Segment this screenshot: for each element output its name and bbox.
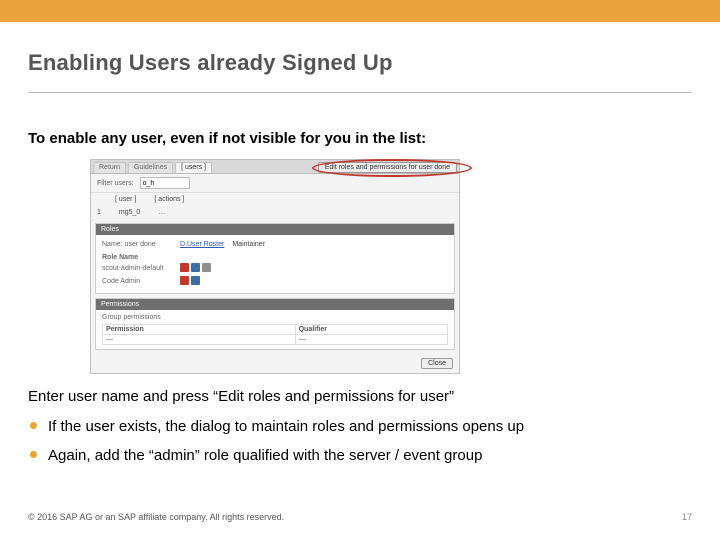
user-icon[interactable] [191,276,200,285]
copyright-text: © 2016 SAP AG or an SAP affiliate compan… [28,512,284,522]
page-number: 17 [682,512,692,522]
ss-role-row: scout-admin-default [102,265,172,272]
after-shot-text: Enter user name and press “Edit roles an… [28,388,692,405]
ss-td: — [103,335,296,345]
ss-tabs: Return Guidelines [ users ] Edit roles a… [91,160,459,174]
ss-col: [ actions ] [154,196,184,203]
bullet-list: If the user exists, the dialog to mainta… [30,415,692,468]
ss-cell: … [158,209,165,216]
screenshot: Return Guidelines [ users ] Edit roles a… [90,159,692,374]
accent-bar [0,0,720,22]
ss-th: Qualifier [295,325,447,335]
ss-rolename-head: Role Name [102,254,172,261]
ss-cell: 1 [97,209,101,216]
ss-maintainer: Maintainer [232,241,265,248]
ss-roles-title: Roles [96,224,454,235]
ss-tab[interactable]: Guidelines [128,162,173,173]
ss-th: Permission [103,325,296,335]
list-item: If the user exists, the dialog to mainta… [30,415,692,438]
copyright: © 2016 SAP AG or an SAP affiliate compan… [28,512,284,522]
ss-roles-panel: Roles Name: user done D.User Roster Main… [95,223,455,294]
ss-perm-title: Permissions [96,299,454,310]
delete-icon[interactable] [180,276,189,285]
ss-perm-table: PermissionQualifier —— [102,324,448,345]
divider [28,92,692,93]
ss-filter-row: Filter users: [91,174,459,192]
lead-text: To enable any user, even if not visible … [28,130,692,147]
ss-role-actions[interactable] [180,276,202,287]
list-item: Again, add the “admin” role qualified wi… [30,444,692,467]
ss-name-label: Name: user done [102,241,172,248]
ss-window: Return Guidelines [ users ] Edit roles a… [90,159,460,374]
page-title: Enabling Users already Signed Up [28,50,393,76]
ss-filter-label: Filter users: [97,180,134,187]
ss-role-actions[interactable] [180,263,213,274]
ss-filter-input[interactable] [140,177,190,189]
user-icon[interactable] [191,263,200,272]
delete-icon[interactable] [180,263,189,272]
ss-list-row: 1 mg5_0 … [91,206,459,219]
bullet-text: Again, add the “admin” role qualified wi… [48,447,482,464]
footer: © 2016 SAP AG or an SAP affiliate compan… [28,512,692,522]
ss-cell: mg5_0 [119,209,140,216]
ss-role-row: Code Admin [102,278,172,285]
bullet-text: If the user exists, the dialog to mainta… [48,418,524,435]
ss-tab[interactable]: Return [93,162,126,173]
slide: Enabling Users already Signed Up To enab… [0,0,720,540]
ss-perm-panel: Permissions Group permissions Permission… [95,298,455,350]
body: To enable any user, even if not visible … [28,130,692,474]
ss-user-link[interactable]: D.User Roster [180,241,224,248]
ss-highlighted-button-wrap: Edit roles and permissions for user done [318,162,457,173]
ss-close-button[interactable]: Close [421,358,453,369]
ss-td: — [295,335,447,345]
bullet-icon [30,451,37,458]
ss-list-head: [ user ] [ actions ] [91,193,459,206]
table-row: —— [103,335,448,345]
ss-perm-sub: Group permissions [102,314,448,321]
ss-tab-active[interactable]: [ users ] [175,162,212,173]
bullet-icon [30,422,37,429]
edit-icon[interactable] [202,263,211,272]
ss-col: [ user ] [115,196,136,203]
ss-edit-roles-button[interactable]: Edit roles and permissions for user done [318,162,457,173]
